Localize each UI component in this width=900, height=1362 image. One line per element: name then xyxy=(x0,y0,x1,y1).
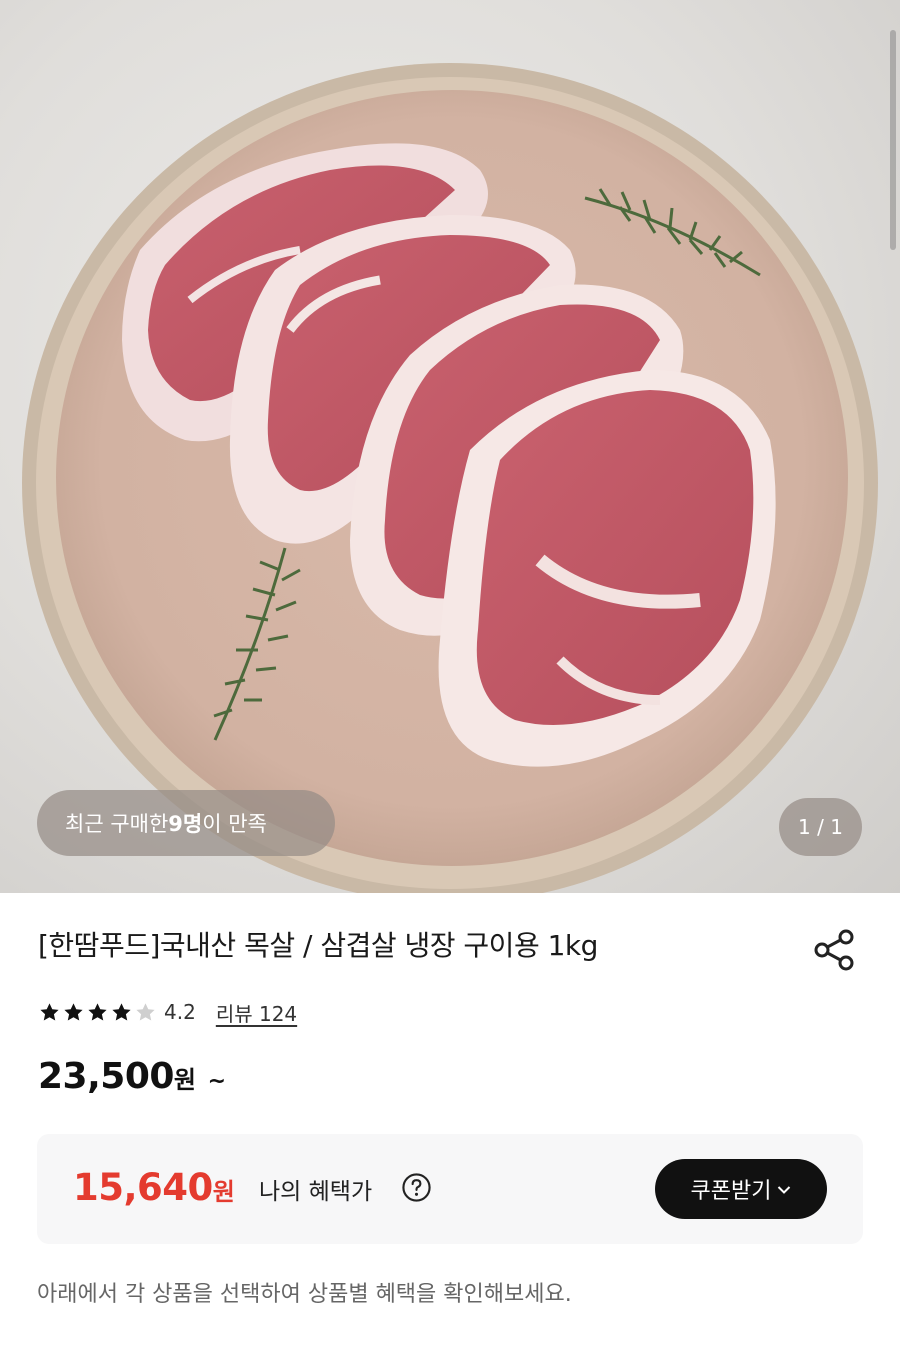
share-icon[interactable] xyxy=(810,926,858,974)
price-suffix: ~ xyxy=(207,1069,226,1094)
buyers-prefix: 최근 구매한 xyxy=(65,812,169,836)
price-value: 23,500 xyxy=(38,1056,174,1097)
product-price: 23,500원 ~ xyxy=(38,1056,226,1097)
coupon-button[interactable]: 쿠폰받기 xyxy=(655,1159,827,1219)
product-image-carousel[interactable]: 최근 구매한 9명 이 만족 1 / 1 xyxy=(0,0,900,893)
review-link[interactable]: 리뷰 124 xyxy=(216,998,297,1027)
product-photo xyxy=(22,63,878,893)
star-icon xyxy=(40,1002,59,1021)
chevron-down-icon xyxy=(777,1180,791,1199)
benefit-price-unit: 원 xyxy=(212,1178,235,1206)
rating-row: 4.2 리뷰 124 xyxy=(38,996,297,1028)
coupon-button-label: 쿠폰받기 xyxy=(690,1179,772,1204)
recent-buyers-badge: 최근 구매한 9명 이 만족 xyxy=(37,790,335,856)
benefit-price: 15,640원 xyxy=(73,1166,235,1209)
help-circle-icon[interactable] xyxy=(401,1172,432,1203)
star-icon xyxy=(64,1002,83,1021)
benefit-price-value: 15,640 xyxy=(73,1166,213,1209)
product-title: [한땀푸드]국내산 목살 / 삼겹살 냉장 구이용 1kg xyxy=(38,929,598,962)
star-rating xyxy=(38,1001,158,1024)
benefit-label: 나의 혜택가 xyxy=(259,1179,373,1205)
star-icon xyxy=(112,1002,131,1021)
guide-text: 아래에서 각 상품을 선택하여 상품별 혜택을 확인해보세요. xyxy=(37,1282,572,1307)
scroll-indicator[interactable] xyxy=(890,30,896,250)
buyers-suffix: 이 만족 xyxy=(202,812,267,836)
image-counter: 1 / 1 xyxy=(779,798,862,856)
star-icon xyxy=(136,1002,155,1021)
benefit-price-box: 15,640원 나의 혜택가 쿠폰받기 xyxy=(37,1134,863,1244)
price-unit: 원 xyxy=(173,1066,196,1094)
buyers-count: 9명 xyxy=(168,812,203,836)
rating-value: 4.2 xyxy=(164,1000,196,1024)
star-icon xyxy=(88,1002,107,1021)
